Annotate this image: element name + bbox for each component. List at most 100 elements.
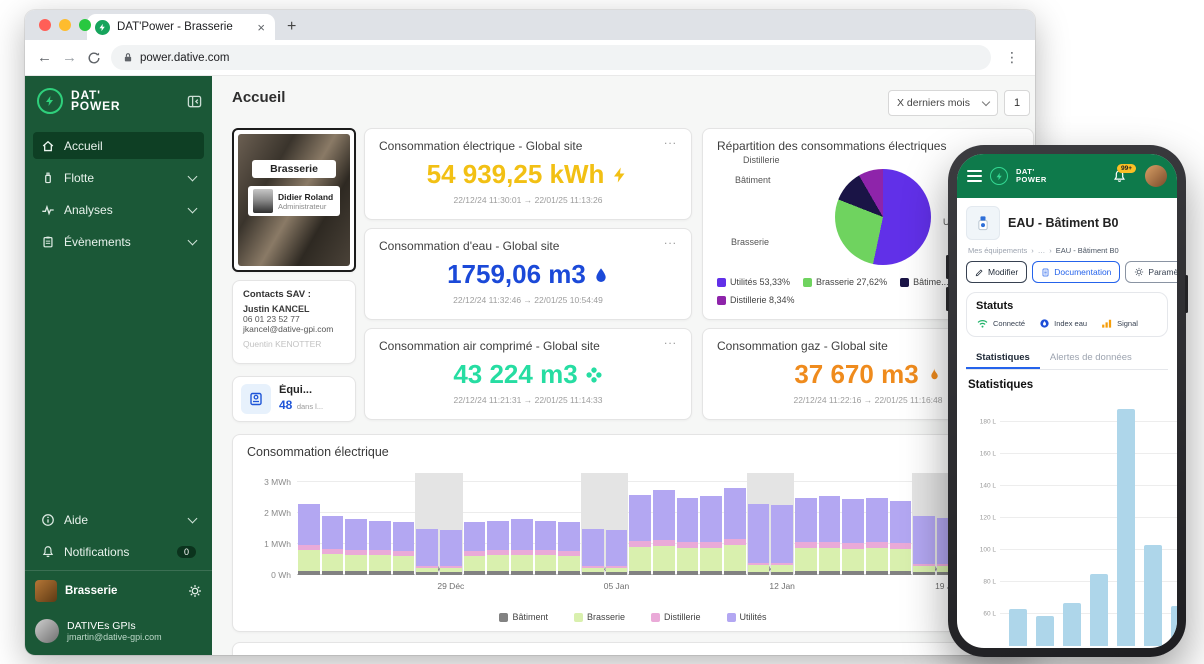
- pie-callout-distillerie: Distillerie: [743, 155, 780, 165]
- page-count-box[interactable]: 1: [1004, 90, 1030, 116]
- stacked-bar: [889, 473, 912, 575]
- kpi-value: 1759,06 m3: [365, 259, 691, 290]
- y-axis-label: 80 L: [983, 578, 996, 586]
- stacked-bar: [795, 473, 817, 575]
- bar: [1116, 409, 1135, 646]
- legend-item-utilites: Utilités: [726, 612, 767, 622]
- org-avatar: [35, 580, 57, 602]
- contacts-title: Contacts SAV :: [243, 289, 311, 300]
- site-photo: Brasserie Didier Roland Administrateur: [238, 134, 350, 266]
- reload-icon[interactable]: [87, 51, 101, 65]
- x-axis-label: 05 Jan: [603, 581, 630, 591]
- documentation-button[interactable]: Documentation: [1032, 261, 1121, 283]
- bar-series: [1000, 403, 1177, 646]
- kpi-value-text: 43 224 m3: [453, 359, 578, 389]
- phone-app-header: DAT' POWER 99+: [957, 154, 1177, 198]
- browser-window: DAT'Power - Brasserie × + ← → power.dati…: [25, 10, 1035, 655]
- legend-swatch: [651, 612, 660, 622]
- logo-text: DAT' POWER: [71, 89, 120, 112]
- legend-label: Utilités 53,33%: [730, 277, 791, 287]
- bar-series: [297, 473, 1007, 575]
- signal-icon: [1102, 319, 1112, 328]
- legend-label: Distillerie 8,34%: [730, 295, 795, 305]
- tab-alertes[interactable]: Alertes de données: [1040, 347, 1142, 369]
- admin-name: Didier Roland: [278, 191, 334, 202]
- kpi-value-text: 1759,06 m3: [447, 259, 586, 289]
- account-row[interactable]: DATIVEs GPIs jmartin@dative-gpi.com: [25, 611, 212, 655]
- home-icon: [41, 139, 55, 153]
- phone-section-title: Statistiques: [968, 379, 1034, 391]
- tab-statistiques[interactable]: Statistiques: [966, 347, 1040, 369]
- sidebar-item-aide[interactable]: Aide: [33, 506, 204, 533]
- browser-tab[interactable]: DAT'Power - Brasserie ×: [87, 14, 275, 40]
- card-menu-icon[interactable]: ...: [664, 233, 677, 247]
- sidebar-collapse-icon[interactable]: [187, 94, 202, 109]
- sidebar-item-flotte[interactable]: Flotte: [33, 164, 204, 191]
- minimize-window-button[interactable]: [59, 19, 71, 31]
- breadcrumb-ellipsis[interactable]: …: [1038, 246, 1046, 255]
- back-icon[interactable]: ←: [37, 49, 52, 66]
- device-photo: [966, 206, 1000, 240]
- main-content: Accueil X derniers mois 1 Brasserie Didi…: [212, 76, 1035, 655]
- breadcrumb[interactable]: Mes équipements › … › EAU - Bâtiment B0: [968, 246, 1168, 255]
- legend-label: Brasserie 27,62%: [816, 277, 888, 287]
- stacked-bar: [416, 473, 439, 575]
- legend-item-brasserie: Brasserie: [573, 612, 625, 622]
- device-actions: Modifier Documentation Paramètres: [966, 261, 1177, 283]
- fan-icon: [585, 366, 603, 384]
- settings-button[interactable]: Paramètres: [1125, 261, 1177, 283]
- forward-icon[interactable]: →: [62, 49, 77, 66]
- notifications-badge: 0: [176, 545, 196, 558]
- card-menu-icon[interactable]: ...: [664, 133, 677, 147]
- equipment-subtitle: dans l...: [296, 402, 324, 411]
- sidebar-item-notifications[interactable]: Notifications 0: [33, 538, 204, 565]
- bar: [1008, 609, 1027, 646]
- status-label: Connecté: [993, 319, 1026, 328]
- avatar[interactable]: [1145, 165, 1167, 187]
- period-select[interactable]: X derniers mois: [888, 90, 998, 116]
- kpi-period: 22/12/24 11:32:46 → 22/01/25 10:54:49: [453, 295, 603, 305]
- equipment-card[interactable]: Équi... 48 dans l...: [232, 376, 356, 422]
- card-menu-icon[interactable]: ...: [664, 333, 677, 347]
- legend-item-distillerie: Distillerie: [651, 612, 701, 622]
- sidebar: DAT' POWER Accueil Flotte Analyses Évène…: [25, 76, 212, 655]
- browser-menu-icon[interactable]: ⋮: [1001, 49, 1023, 66]
- status-label: Signal: [1117, 319, 1138, 328]
- sidebar-item-evenements[interactable]: Évènements: [33, 228, 204, 255]
- modify-button[interactable]: Modifier: [966, 261, 1028, 283]
- legend-swatch: [717, 295, 726, 305]
- equipment-icon: [241, 384, 271, 414]
- url-bar[interactable]: power.dative.com: [111, 45, 991, 70]
- sidebar-nav: Accueil Flotte Analyses Évènements: [25, 124, 212, 260]
- org-row[interactable]: Brasserie: [25, 570, 212, 611]
- legend-label: Bâtiment: [512, 612, 548, 622]
- phone-chart: 60 L 80 L 100 L 120 L 140 L 160 L 180 L: [966, 395, 1177, 648]
- legend-label: Brasserie: [586, 612, 625, 622]
- hamburger-menu-icon[interactable]: [967, 170, 982, 182]
- chevron-down-icon: [187, 171, 198, 181]
- legend-item-utilites: Utilités 53,33%: [717, 277, 790, 287]
- breadcrumb-separator: ›: [1049, 246, 1052, 255]
- legend-item-batiment: Bâtiment: [499, 612, 548, 622]
- close-window-button[interactable]: [39, 19, 51, 31]
- lock-icon: [123, 52, 133, 63]
- stacked-bar: [534, 473, 557, 575]
- contact-email[interactable]: jkancel@dative-gpi.com: [243, 324, 345, 334]
- bell-icon: [41, 545, 55, 559]
- maximize-window-button[interactable]: [79, 19, 91, 31]
- pie-chart: [835, 169, 931, 265]
- sidebar-item-accueil[interactable]: Accueil: [33, 132, 204, 159]
- bell-icon[interactable]: 99+: [1112, 163, 1136, 184]
- stacked-bar: [700, 473, 723, 575]
- sidebar-item-label: Flotte: [64, 170, 95, 185]
- y-axis-label: 140 L: [979, 482, 996, 490]
- gear-icon[interactable]: [188, 584, 202, 598]
- new-tab-button[interactable]: +: [287, 18, 296, 36]
- sidebar-item-analyses[interactable]: Analyses: [33, 196, 204, 223]
- breadcrumb-item[interactable]: Mes équipements: [968, 246, 1027, 255]
- kpi-value: 54 939,25 kWh: [365, 159, 691, 190]
- chevron-down-icon: [187, 203, 198, 213]
- sidebar-item-label: Analyses: [64, 202, 113, 217]
- tab-close-icon[interactable]: ×: [255, 20, 267, 35]
- kpi-card-electricite: Consommation électrique - Global site ..…: [364, 128, 692, 220]
